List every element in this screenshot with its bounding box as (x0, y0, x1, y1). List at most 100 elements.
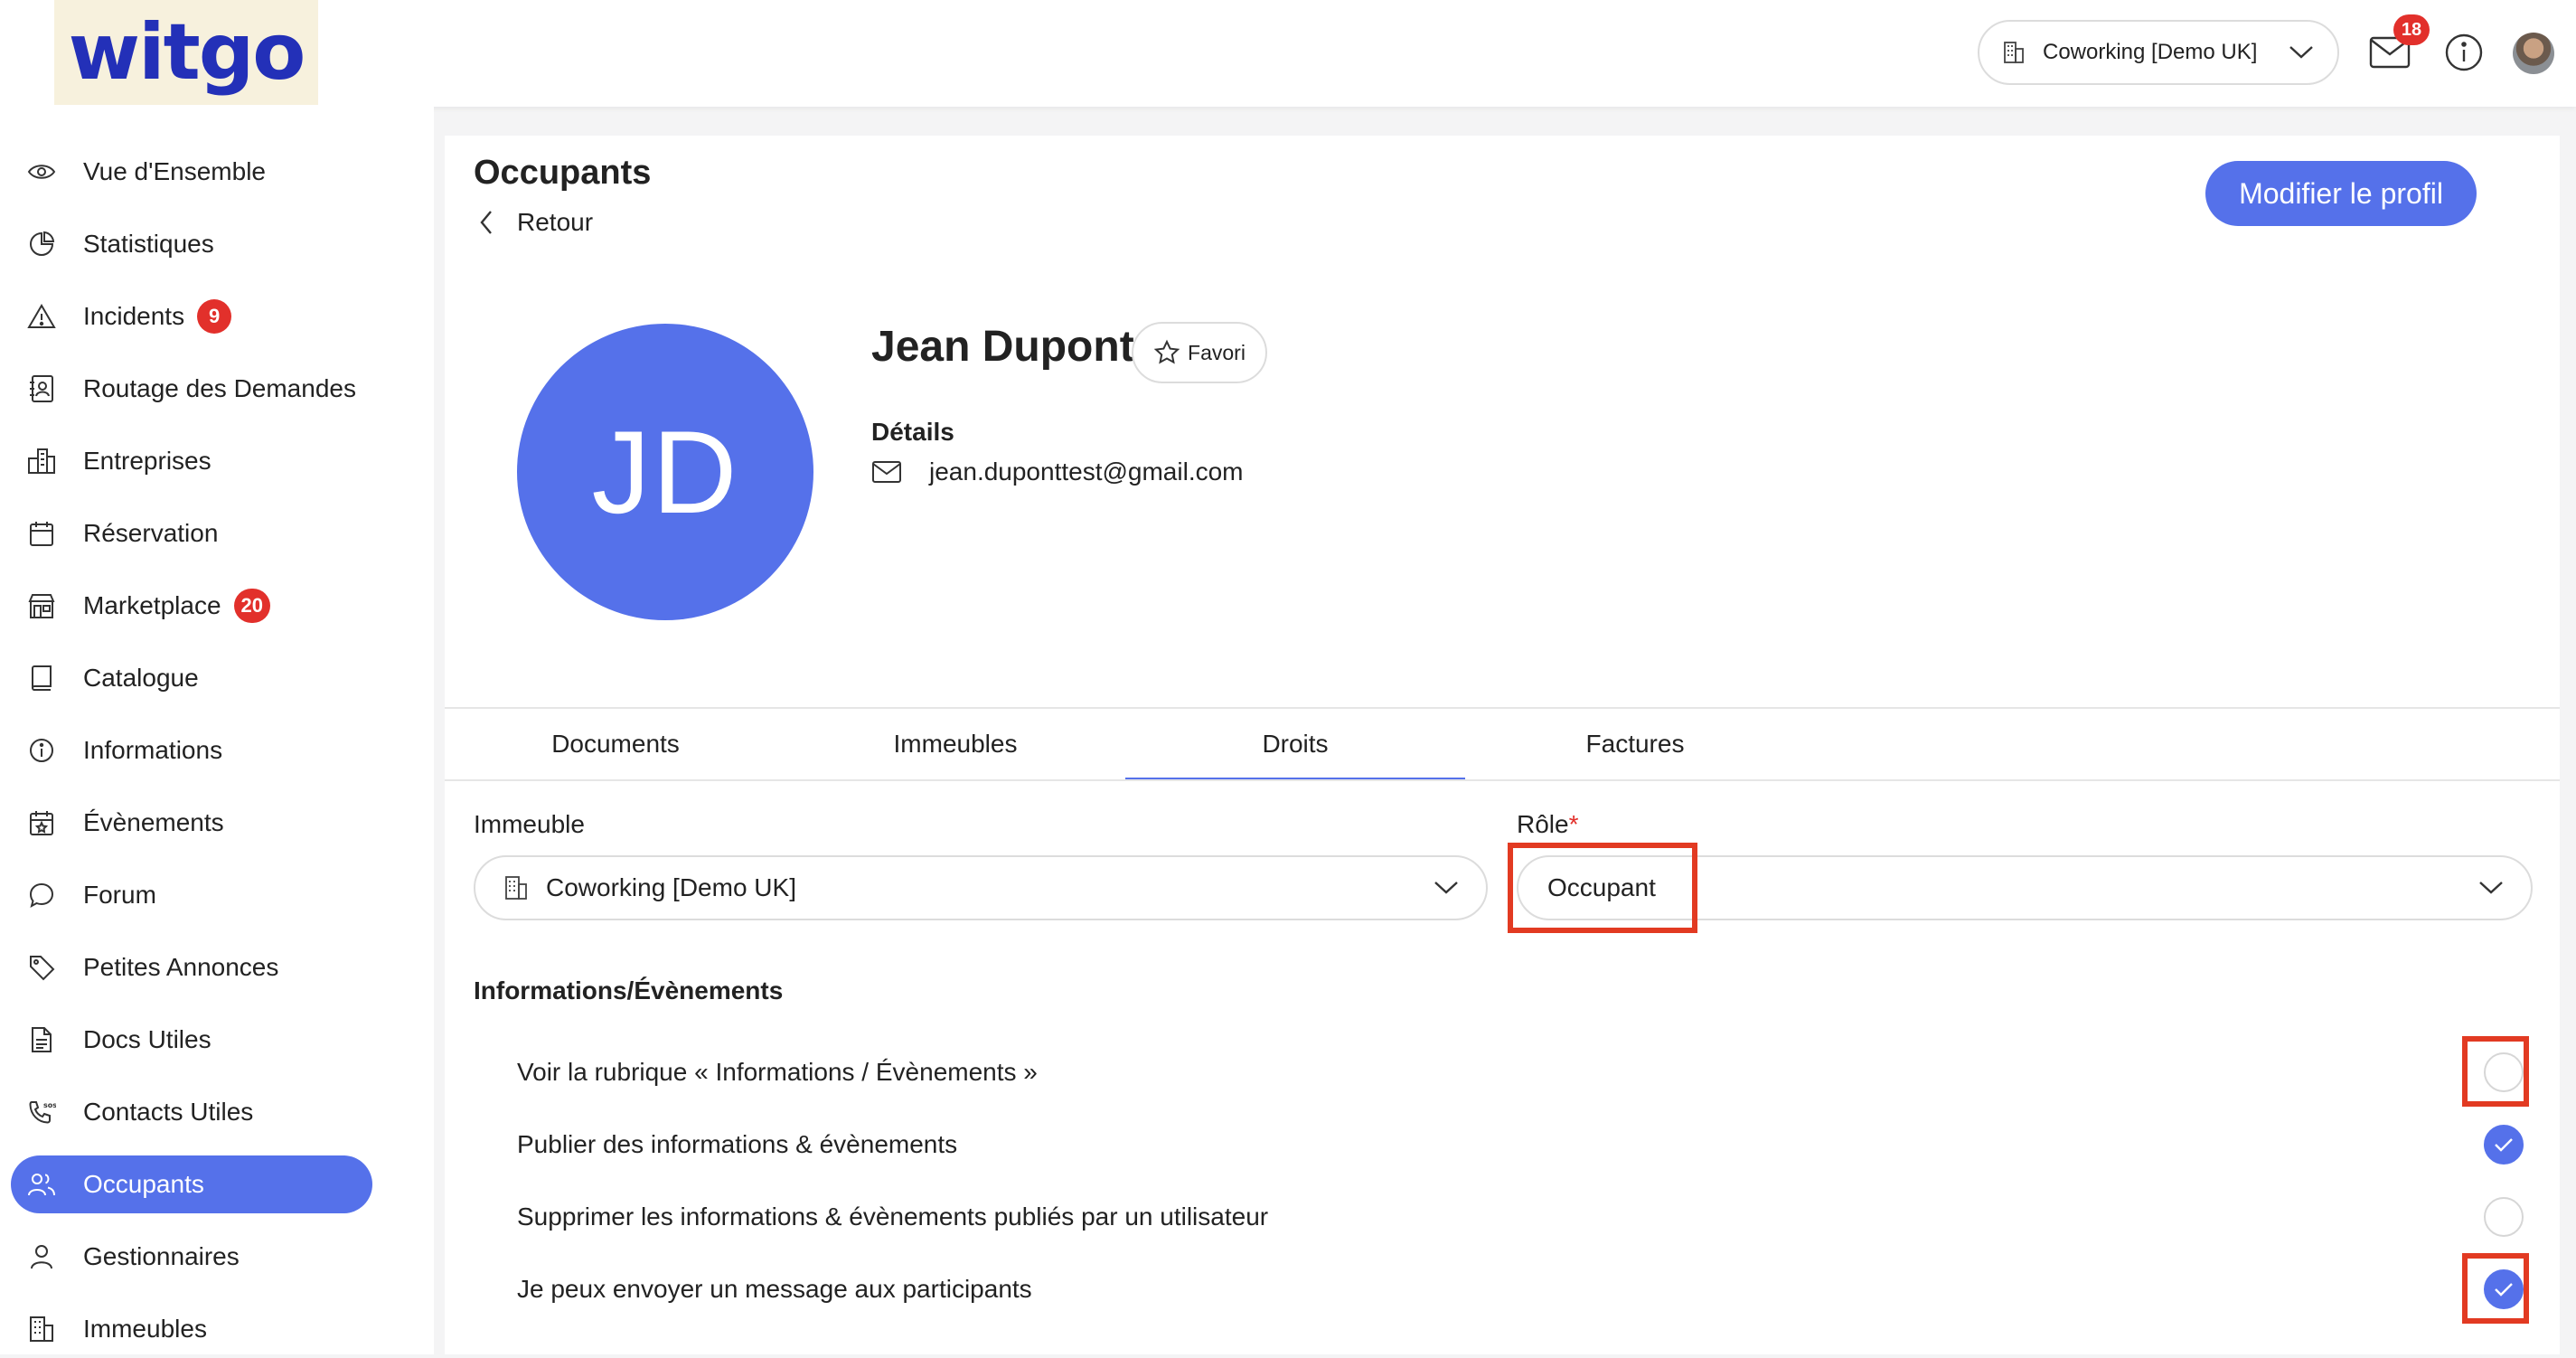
permission-row: Supprimer les informations & évènements … (517, 1190, 2524, 1244)
incidents-badge: 9 (197, 299, 232, 334)
permission-row: Je peux envoyer un message aux participa… (517, 1262, 2524, 1316)
sidebar-item-label: Forum (83, 881, 156, 909)
building-icon (2003, 41, 2025, 64)
sidebar-item-catalogue[interactable]: Catalogue (11, 649, 372, 707)
sidebar-item-immeubles[interactable]: Immeubles (11, 1300, 372, 1358)
highlight-permission-message (2462, 1253, 2529, 1324)
warning-icon (25, 300, 58, 333)
email-value: jean.duponttest@gmail.com (929, 457, 1244, 486)
back-link[interactable]: Retour (479, 208, 593, 237)
top-bar: witgo Coworking [Demo UK] 18 (0, 0, 2576, 107)
sidebar-item-evenements[interactable]: Évènements (11, 794, 372, 852)
star-icon (1153, 339, 1180, 366)
building-select[interactable]: Coworking [Demo UK] (474, 855, 1488, 920)
info-button[interactable] (2442, 31, 2486, 74)
tag-icon (25, 951, 58, 984)
sidebar-item-label: Catalogue (83, 664, 199, 692)
permission-checkbox[interactable] (2484, 1125, 2524, 1165)
eye-icon (25, 156, 58, 188)
calendar-star-icon (25, 806, 58, 839)
contact-book-icon (25, 373, 58, 405)
sidebar-item-label: Réservation (83, 519, 219, 547)
info-icon (2444, 33, 2484, 72)
document-icon (25, 1023, 58, 1056)
checkmark-icon (2495, 1138, 2513, 1152)
sidebar-item-occupants[interactable]: Occupants (11, 1155, 372, 1213)
favorite-label: Favori (1188, 340, 1246, 364)
permission-label: Je peux envoyer un message aux participa… (517, 1275, 1032, 1303)
sidebar-item-docs-utiles[interactable]: Docs Utiles (11, 1011, 372, 1069)
chevron-down-icon (2478, 881, 2504, 895)
sidebar-item-statistiques[interactable]: Statistiques (11, 215, 372, 273)
user-icon (25, 1240, 58, 1273)
sidebar-item-label: Entreprises (83, 447, 212, 475)
chat-icon (25, 879, 58, 911)
sidebar-item-label: Petites Annonces (83, 953, 279, 981)
permission-label: Publier des informations & évènements (517, 1130, 958, 1158)
store-icon (25, 589, 58, 622)
tab-documents[interactable]: Documents (446, 709, 785, 779)
phone-sos-icon: sos (25, 1096, 58, 1128)
sidebar-item-incidents[interactable]: Incidents 9 (11, 288, 372, 345)
sidebar-item-label: Routage des Demandes (83, 374, 356, 402)
permission-row: Publier des informations & évènements (517, 1118, 2524, 1172)
sidebar-item-forum[interactable]: Forum (11, 866, 372, 924)
highlight-permission-view (2462, 1036, 2529, 1107)
sidebar-item-petites-annonces[interactable]: Petites Annonces (11, 938, 372, 996)
marketplace-badge: 20 (233, 589, 270, 623)
permission-label: Voir la rubrique « Informations / Évènem… (517, 1058, 1038, 1086)
permission-row: Voir la rubrique « Informations / Évènem… (517, 1045, 2524, 1099)
sidebar-item-label: Vue d'Ensemble (83, 157, 266, 185)
sidebar-item-contacts-utiles[interactable]: sos Contacts Utiles (11, 1083, 372, 1141)
sidebar-item-label: Gestionnaires (83, 1242, 240, 1270)
sidebar-item-label: Incidents (83, 302, 185, 330)
mail-badge: 18 (2393, 14, 2430, 45)
sidebar-item-label: Marketplace (83, 591, 221, 619)
sidebar-item-entreprises[interactable]: Entreprises (11, 432, 372, 490)
favorite-button[interactable]: Favori (1132, 322, 1267, 383)
sidebar-item-label: Informations (83, 736, 223, 764)
sidebar-item-gestionnaires[interactable]: Gestionnaires (11, 1228, 372, 1286)
building-selector[interactable]: Coworking [Demo UK] (1978, 20, 2339, 85)
building-icon (504, 875, 528, 901)
book-icon (25, 662, 58, 694)
sidebar-item-informations[interactable]: Informations (11, 721, 372, 779)
mail-button[interactable]: 18 (2368, 14, 2430, 72)
buildings-icon (25, 445, 58, 477)
sidebar-item-label: Contacts Utiles (83, 1098, 254, 1126)
highlight-role-value (1508, 843, 1697, 933)
user-avatar[interactable] (2513, 33, 2554, 74)
tab-factures[interactable]: Factures (1465, 709, 1805, 779)
building-selector-label: Coworking [Demo UK] (2043, 40, 2258, 64)
permission-checkbox[interactable] (2484, 1197, 2524, 1237)
sidebar-item-label: Évènements (83, 808, 224, 836)
building-field-label: Immeuble (474, 810, 585, 838)
building-icon (25, 1313, 58, 1345)
info-icon (25, 734, 58, 767)
sidebar-item-marketplace[interactable]: Marketplace 20 (11, 577, 372, 635)
occupant-profile-panel: Occupants Retour Modifier le profil JD J… (445, 136, 2560, 1354)
profile-avatar: JD (517, 324, 813, 620)
logo[interactable]: witgo (54, 0, 318, 105)
back-label: Retour (517, 208, 594, 236)
sidebar: Vue d'Ensemble Statistiques Incidents 9 … (0, 107, 434, 1354)
email-row: jean.duponttest@gmail.com (871, 457, 1244, 486)
pie-chart-icon (25, 228, 58, 260)
tab-immeubles[interactable]: Immeubles (785, 709, 1125, 779)
sidebar-item-reservation[interactable]: Réservation (11, 505, 372, 562)
details-heading: Détails (871, 418, 954, 446)
building-select-value: Coworking [Demo UK] (546, 873, 796, 901)
role-field-label: Rôle* (1517, 810, 1579, 839)
required-marker: * (1568, 810, 1579, 838)
sidebar-item-vue-ensemble[interactable]: Vue d'Ensemble (11, 143, 372, 201)
sidebar-item-routage[interactable]: Routage des Demandes (11, 360, 372, 418)
edit-profile-button[interactable]: Modifier le profil (2205, 161, 2477, 226)
user-name: Jean Dupont (871, 323, 1134, 371)
permission-label: Supprimer les informations & évènements … (517, 1202, 1269, 1231)
sidebar-item-label: Statistiques (83, 230, 214, 258)
page-title: Occupants (474, 154, 652, 192)
mail-icon (871, 460, 902, 484)
tab-droits[interactable]: Droits (1125, 709, 1465, 781)
sidebar-item-label: Immeubles (83, 1315, 207, 1343)
section-title: Informations/Évènements (474, 976, 784, 1004)
